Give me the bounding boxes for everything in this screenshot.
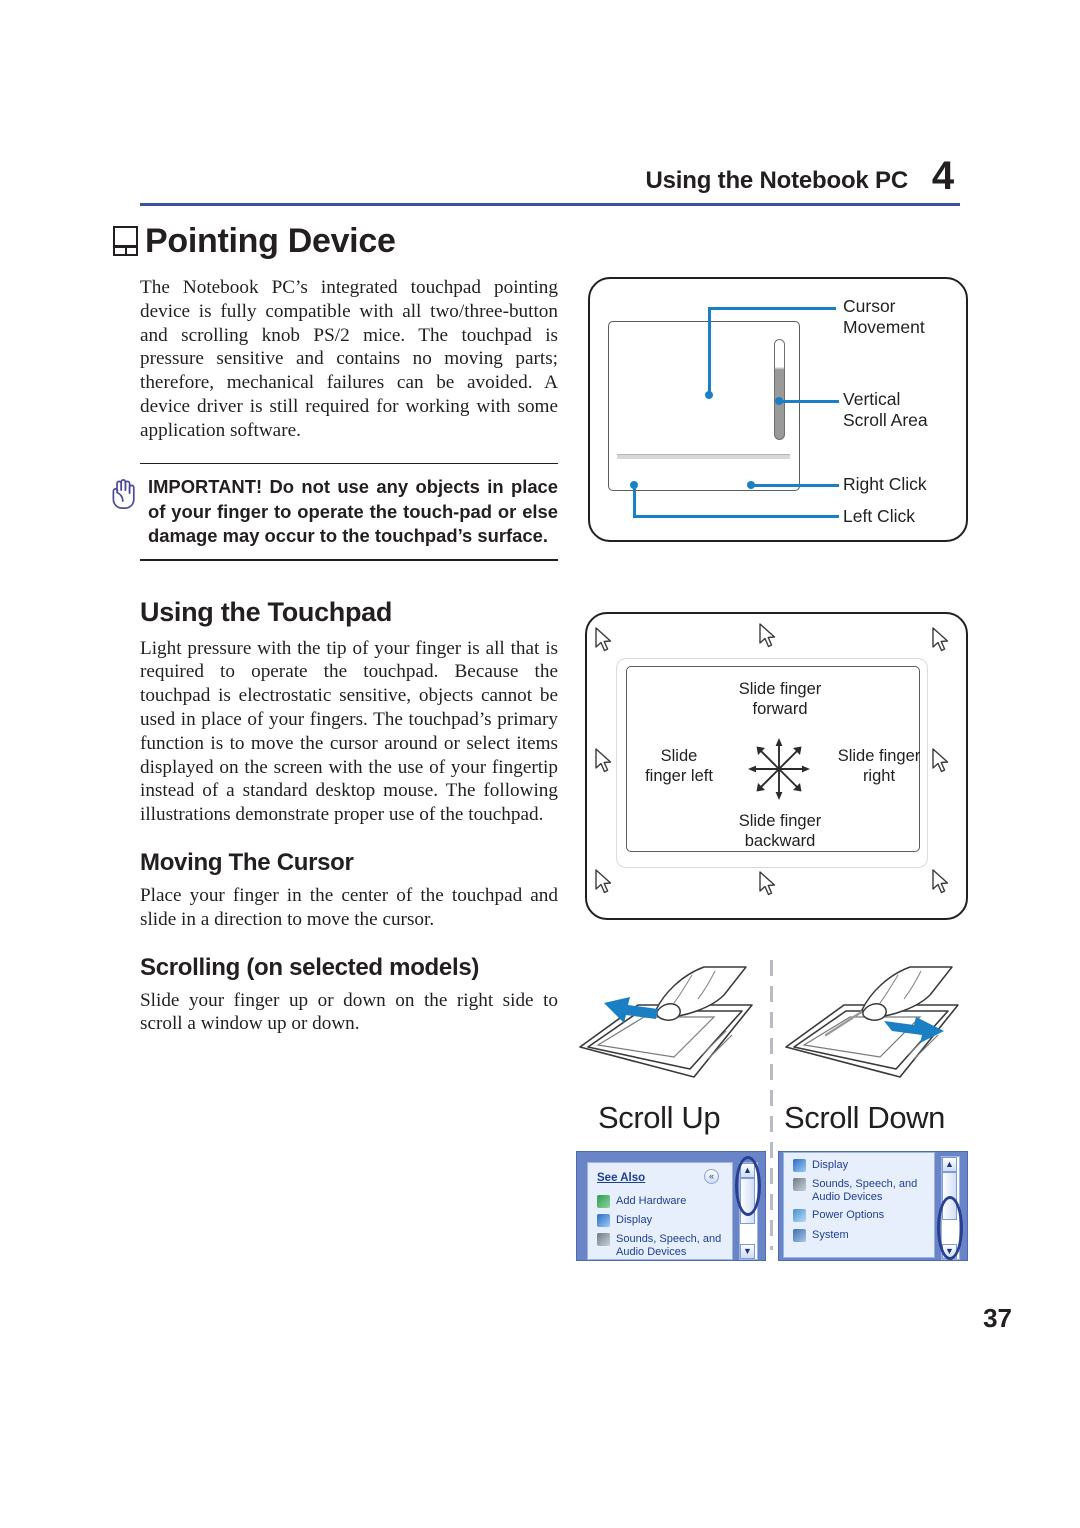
leader-line-cursor-movement-v <box>708 309 711 393</box>
vertical-scroll-strip <box>774 339 785 440</box>
chapter-number: 4 <box>931 154 955 198</box>
panel-item-sounds-speech-audio[interactable]: Sounds, Speech, and Audio Devices <box>812 1178 917 1204</box>
hand-icon <box>112 479 135 510</box>
touchpad-button-bar <box>617 454 790 459</box>
cursor-arrow-icon <box>932 627 949 652</box>
touchpad-surface-outline <box>608 321 800 491</box>
scrolling-section: Scrolling (on selected models) Slide you… <box>140 954 558 1037</box>
page-title: Pointing Device <box>145 222 396 260</box>
leader-line-cursor-movement-h <box>708 307 836 310</box>
label-left-click: Left Click <box>843 506 915 526</box>
label-right-click: Right Click <box>843 474 927 494</box>
windows-panel-scroll-up: See Also « Add Hardware Display Sounds, … <box>576 1151 766 1261</box>
label-slide-backward: Slide finger backward <box>738 812 822 850</box>
header-row: Using the Notebook PC 4 <box>140 148 960 196</box>
panel-header-see-also: See Also <box>597 1172 646 1184</box>
moving-cursor-paragraph: Place your finger in the center of the t… <box>140 884 558 930</box>
diagram-slide-directions: Slide finger forward Slide finger backwa… <box>585 612 968 920</box>
left-column: The Notebook PC’s integrated touchpad po… <box>112 276 558 1037</box>
cursor-arrow-icon <box>595 627 612 652</box>
heading-scrolling: Scrolling (on selected models) <box>140 953 480 981</box>
note-text: IMPORTANT! Do not use any objects in pla… <box>148 476 558 547</box>
label-vertical-scroll-area: Vertical Scroll Area <box>843 389 928 430</box>
panel-item-system[interactable]: System <box>812 1229 849 1242</box>
important-note: IMPORTANT! Do not use any objects in pla… <box>112 462 558 561</box>
panel-item-display[interactable]: Display <box>616 1214 652 1227</box>
cursor-arrow-icon <box>595 869 612 894</box>
sounds-speech-audio-icon <box>793 1178 806 1191</box>
note-body: IMPORTANT! Do not use any objects in pla… <box>112 464 558 559</box>
display-icon <box>793 1159 806 1172</box>
leader-line-left-click-v <box>633 484 636 517</box>
power-options-icon <box>793 1209 806 1222</box>
scrollbar-highlight <box>937 1196 963 1260</box>
leader-line-right-click <box>751 484 839 487</box>
cursor-arrow-icon <box>932 748 949 773</box>
sounds-speech-audio-icon <box>597 1233 610 1246</box>
touchpad-icon <box>113 226 138 256</box>
header-rule <box>140 203 960 206</box>
panel-item-sounds-speech-audio[interactable]: Sounds, Speech, and Audio Devices <box>616 1233 721 1259</box>
touchpad-paragraph: Light pressure with the tip of your fing… <box>140 637 558 826</box>
windows-panel-scroll-down: Display Sounds, Speech, and Audio Device… <box>778 1151 968 1261</box>
touchpad-section: Using the Touchpad Light pressure with t… <box>140 597 558 827</box>
scrollbar-down-button[interactable]: ▼ <box>740 1244 755 1259</box>
moving-cursor-section: Moving The Cursor Place your finger in t… <box>140 849 558 932</box>
collapse-icon[interactable]: « <box>704 1169 719 1184</box>
cursor-arrow-icon <box>759 871 776 896</box>
page-header: Using the Notebook PC 4 <box>140 148 960 208</box>
scrollbar-highlight <box>735 1156 761 1216</box>
diagram-touchpad-parts: Cursor Movement Vertical Scroll Area Rig… <box>588 277 968 542</box>
touchpad-illustration-scroll-up <box>579 966 753 1078</box>
add-hardware-icon <box>597 1195 610 1208</box>
cursor-arrow-icon <box>932 869 949 894</box>
leader-line-left-click-h <box>633 515 839 518</box>
system-icon <box>793 1229 806 1242</box>
leader-line-vertical-scroll <box>779 400 839 403</box>
header-title: Using the Notebook PC <box>645 167 909 194</box>
note-rule-bottom <box>140 558 558 561</box>
diagram-scroll-up-down: Scroll Up Scroll Down See Also « Add Har… <box>572 955 972 1270</box>
panel-item-add-hardware[interactable]: Add Hardware <box>616 1195 686 1208</box>
heading-moving-the-cursor: Moving The Cursor <box>140 848 354 876</box>
cursor-arrow-icon <box>759 623 776 648</box>
page-number: 37 <box>983 1303 1012 1333</box>
label-cursor-movement: Cursor Movement <box>843 296 925 337</box>
caption-scroll-down: Scroll Down <box>784 1100 945 1135</box>
panel-item-display[interactable]: Display <box>812 1159 848 1172</box>
touchpad-illustration-scroll-down <box>785 966 959 1078</box>
eight-direction-arrow-burst <box>748 738 810 800</box>
heading-using-the-touchpad: Using the Touchpad <box>140 596 393 627</box>
caption-scroll-up: Scroll Up <box>598 1100 721 1135</box>
section-title-row: Pointing Device <box>113 224 396 258</box>
label-slide-forward: Slide finger forward <box>738 680 822 718</box>
touchpad-icon-button-split <box>124 245 127 254</box>
label-slide-left: Slide finger left <box>645 747 713 785</box>
display-icon <box>597 1214 610 1227</box>
label-slide-right: Slide finger right <box>837 747 921 785</box>
panel-inner-surface: Display Sounds, Speech, and Audio Device… <box>783 1152 935 1258</box>
panel-inner-surface: See Also « Add Hardware Display Sounds, … <box>587 1162 733 1260</box>
panel-item-power-options[interactable]: Power Options <box>812 1209 884 1222</box>
scroll-panel-divider <box>770 960 773 1250</box>
intro-paragraph: The Notebook PC’s integrated touchpad po… <box>140 277 558 441</box>
scrolling-paragraph: Slide your finger up or down on the righ… <box>140 989 558 1035</box>
cursor-arrow-icon <box>595 748 612 773</box>
scrollbar-up-button[interactable]: ▲ <box>942 1157 957 1172</box>
